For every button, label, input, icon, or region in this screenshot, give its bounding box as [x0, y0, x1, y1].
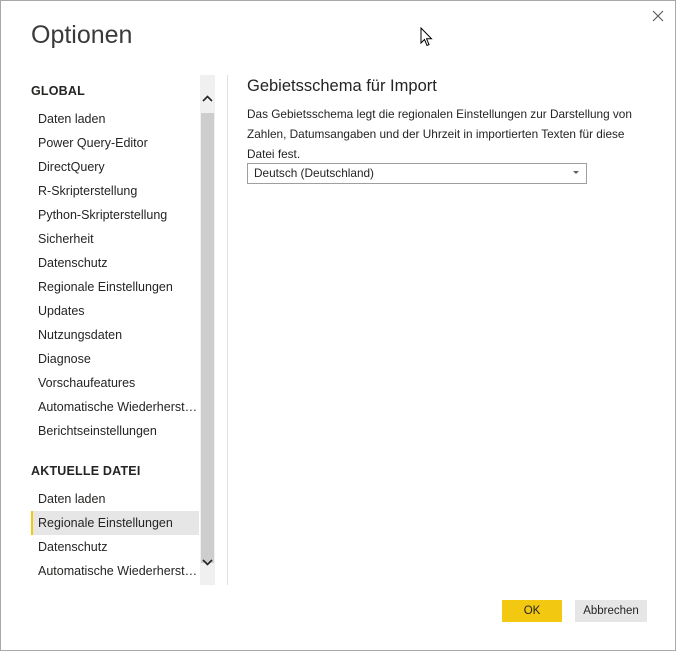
section-title: Gebietsschema für Import — [247, 77, 437, 95]
sidebar-scrollbar[interactable] — [200, 75, 215, 585]
chevron-up-icon — [202, 94, 213, 102]
sidebar-item-global-privacy[interactable]: Datenschutz — [31, 251, 199, 275]
dialog-title: Optionen — [31, 21, 133, 49]
section-heading-current-file: AKTUELLE DATEI — [31, 464, 141, 478]
caret-down-icon — [573, 171, 579, 174]
sidebar-item-current-auto-recovery[interactable]: Automatische Wiederherstellung — [31, 559, 199, 583]
sidebar-item-usage-data[interactable]: Nutzungsdaten — [31, 323, 199, 347]
sidebar-item-current-regional-settings[interactable]: Regionale Einstellungen — [31, 511, 199, 535]
sidebar-item-current-daten-laden[interactable]: Daten laden — [31, 487, 199, 511]
options-dialog: Optionen GLOBAL Daten laden Power Query-… — [0, 0, 676, 651]
sidebar-item-directquery[interactable]: DirectQuery — [31, 155, 199, 179]
sidebar-item-report-settings[interactable]: Berichtseinstellungen — [31, 419, 199, 443]
vertical-divider — [227, 75, 228, 585]
sidebar-item-global-regional-settings[interactable]: Regionale Einstellungen — [31, 275, 199, 299]
sidebar-nav: GLOBAL Daten laden Power Query-Editor Di… — [31, 75, 215, 585]
sidebar-item-updates[interactable]: Updates — [31, 299, 199, 323]
sidebar-item-preview-features[interactable]: Vorschaufeatures — [31, 371, 199, 395]
close-icon — [652, 10, 664, 22]
cancel-button[interactable]: Abbrechen — [575, 600, 647, 622]
ok-button[interactable]: OK — [502, 600, 562, 622]
scroll-up-button[interactable] — [200, 87, 215, 109]
scroll-down-button[interactable] — [200, 551, 215, 573]
sidebar-item-security[interactable]: Sicherheit — [31, 227, 199, 251]
locale-dropdown-value: Deutsch (Deutschland) — [254, 166, 374, 180]
sidebar-item-global-auto-recovery[interactable]: Automatische Wiederherstellung — [31, 395, 199, 419]
sidebar-item-diagnostics[interactable]: Diagnose — [31, 347, 199, 371]
sidebar-item-current-privacy[interactable]: Datenschutz — [31, 535, 199, 559]
section-heading-global: GLOBAL — [31, 84, 85, 98]
chevron-down-icon — [202, 558, 213, 566]
scroll-thumb[interactable] — [201, 113, 214, 563]
locale-dropdown[interactable]: Deutsch (Deutschland) — [247, 163, 587, 184]
sidebar-item-r-scripting[interactable]: R-Skripterstellung — [31, 179, 199, 203]
close-button[interactable] — [647, 5, 669, 27]
mouse-pointer-icon — [420, 27, 433, 47]
sidebar-item-power-query-editor[interactable]: Power Query-Editor — [31, 131, 199, 155]
sidebar-item-global-daten-laden[interactable]: Daten laden — [31, 107, 199, 131]
section-description: Das Gebietsschema legt die regionalen Ei… — [247, 107, 632, 161]
sidebar-item-python-scripting[interactable]: Python-Skripterstellung — [31, 203, 199, 227]
